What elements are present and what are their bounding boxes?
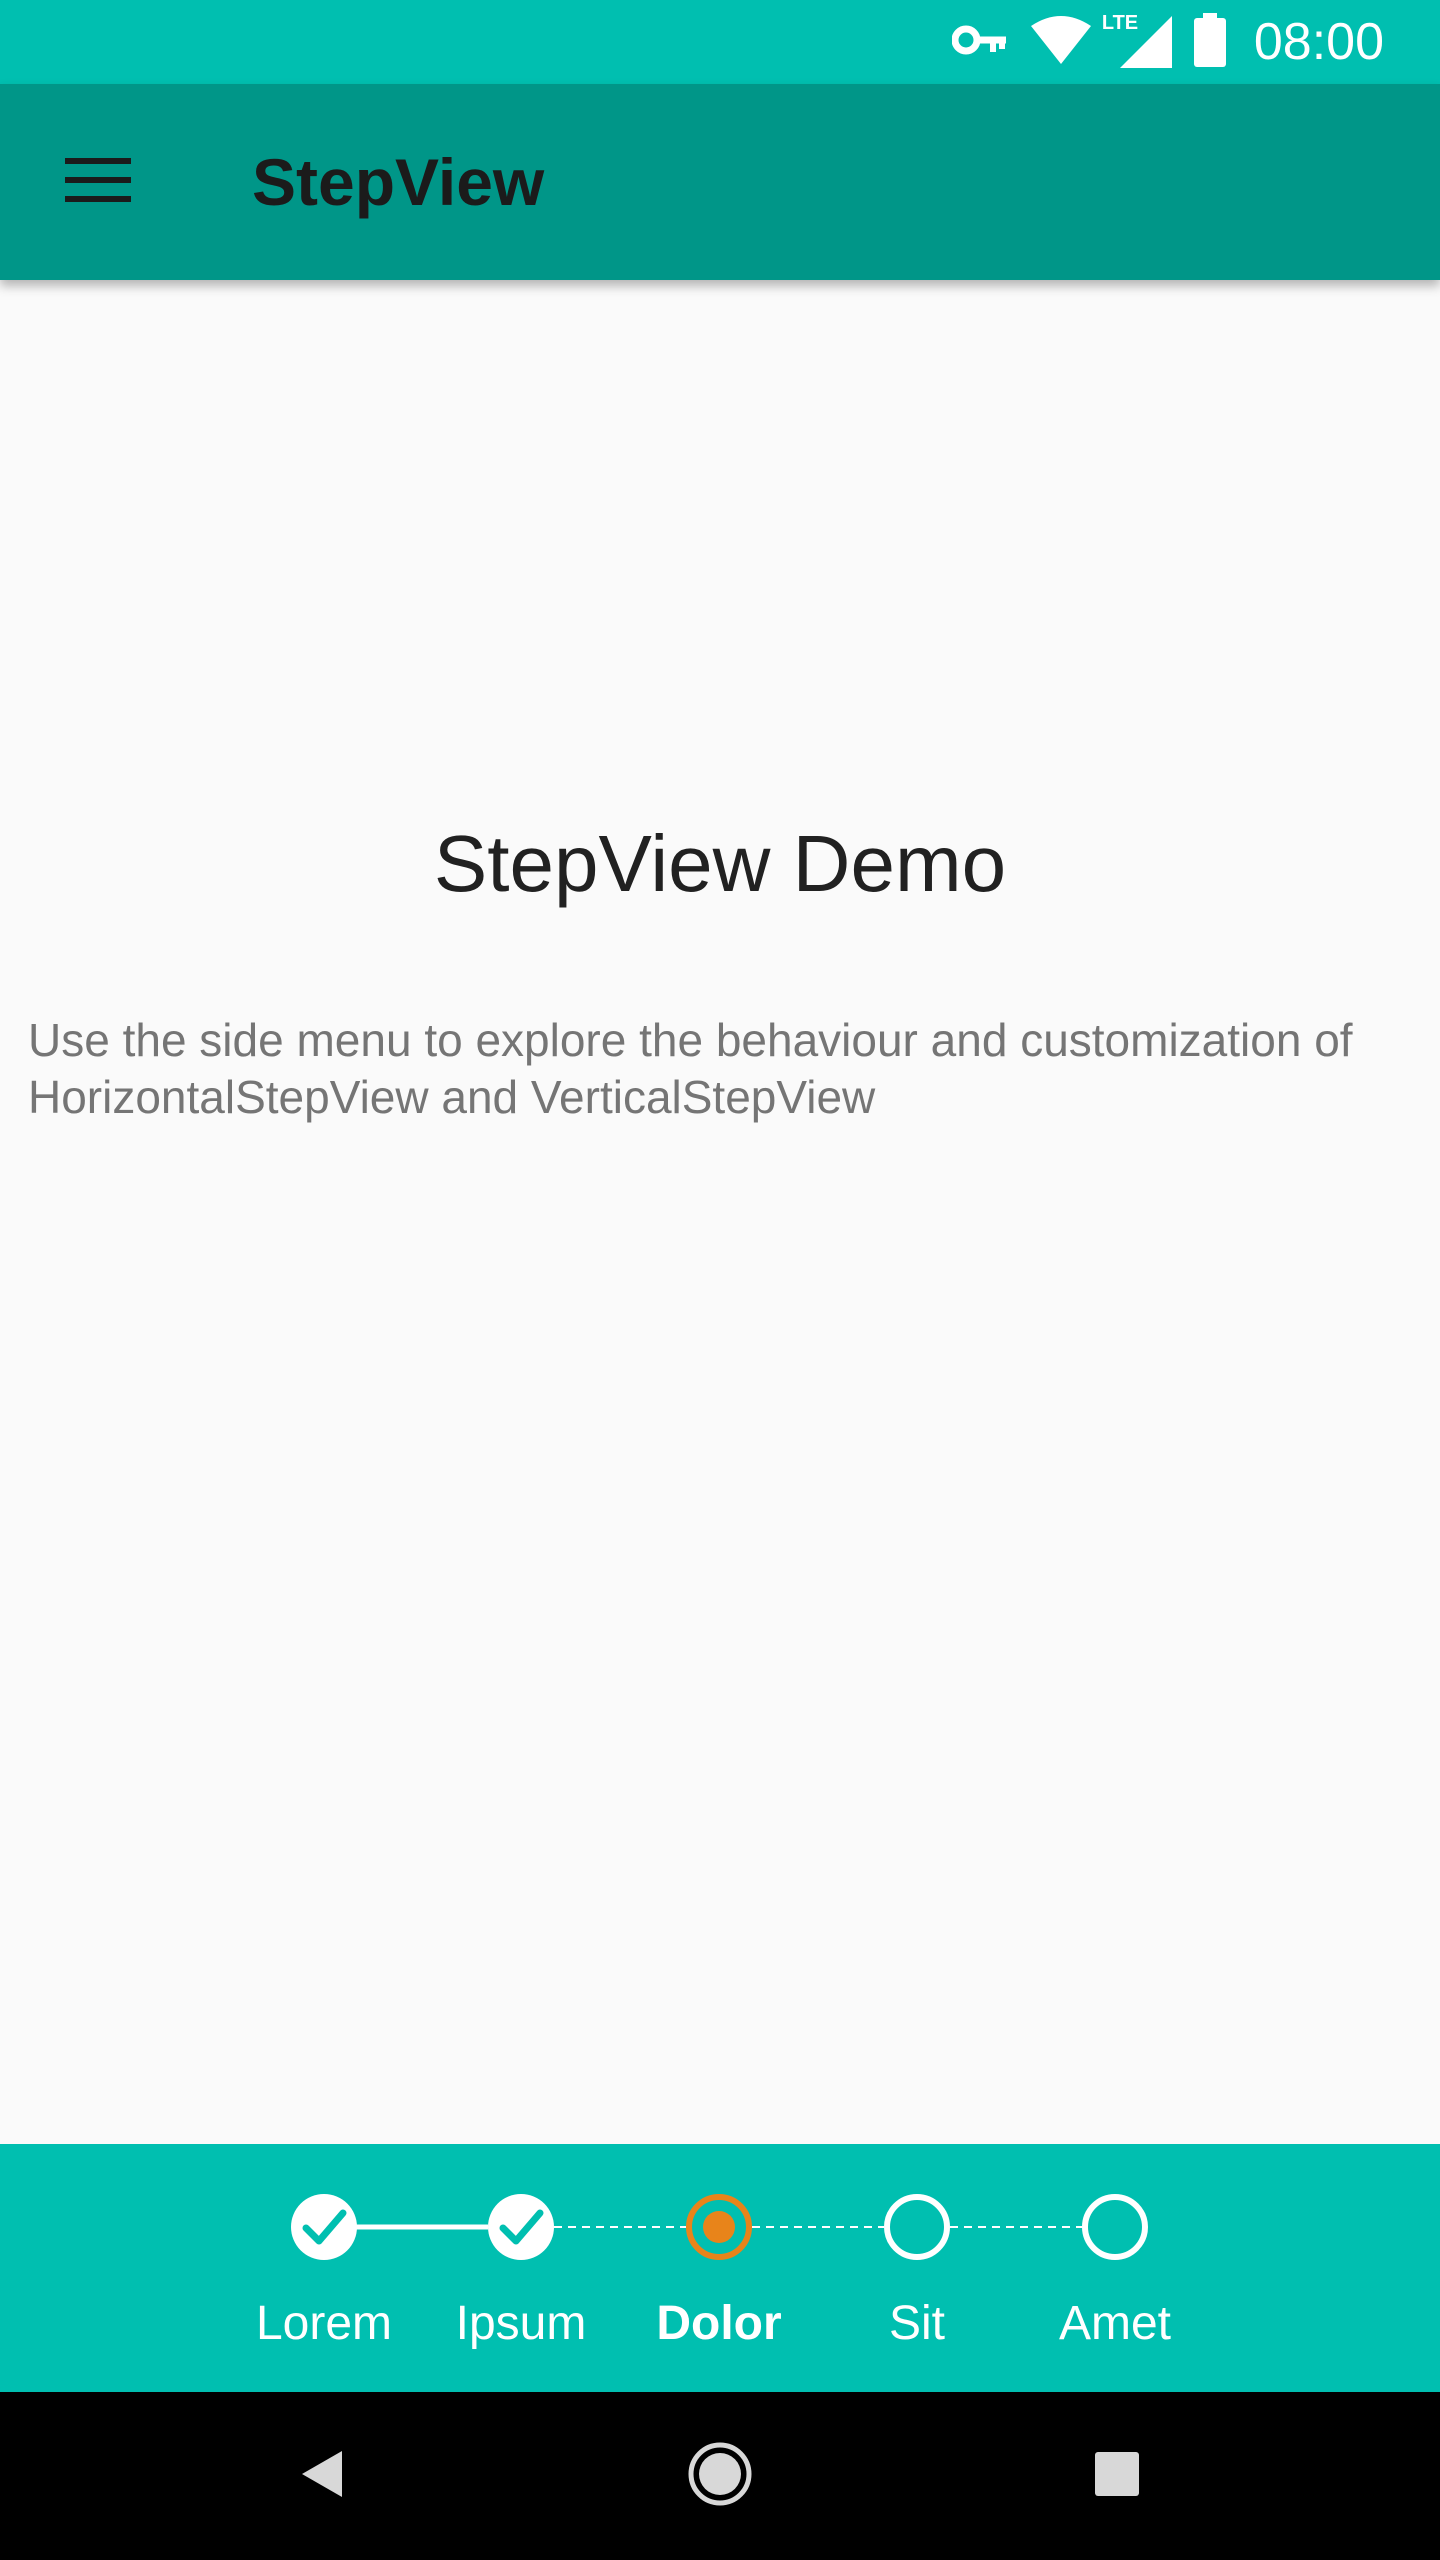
page-title: StepView Demo [433, 819, 1007, 908]
step-amet-indicator [1082, 2194, 1148, 2260]
step-sit-indicator [884, 2194, 950, 2260]
hamburger-menu-icon [65, 156, 131, 209]
step-label-dolor: Dolor [656, 2297, 782, 2350]
system-navigation-bar [0, 2392, 1440, 2560]
step-ipsum-indicator [488, 2194, 554, 2260]
lte-signal-icon: LTE [1102, 12, 1172, 70]
recents-button[interactable] [1067, 2426, 1167, 2526]
status-bar: LTE 08:00 [0, 0, 1440, 84]
step-label-sit: Sit [888, 2297, 945, 2350]
step-label-lorem: Lorem [255, 2297, 393, 2350]
horizontal-step-view: Lorem Ipsum Dolor Sit Amet [0, 2144, 1440, 2392]
main-content: StepView Demo Use the side menu to explo… [0, 280, 1440, 2144]
home-icon [687, 2441, 753, 2512]
network-type-label: LTE [1101, 12, 1139, 34]
recents-icon [1095, 2451, 1139, 2501]
page-description: Use the side menu to explore the behavio… [28, 1014, 1353, 1123]
app-title: StepView [252, 145, 545, 219]
navigation-drawer-button[interactable] [50, 138, 146, 226]
vpn-key-icon [951, 20, 1008, 65]
step-indicators [291, 2194, 1148, 2260]
status-icons: LTE 08:00 [951, 0, 1384, 84]
home-button[interactable] [670, 2426, 770, 2526]
step-lorem-indicator [291, 2194, 357, 2260]
back-icon [300, 2449, 344, 2504]
step-label-amet: Amet [1058, 2297, 1172, 2350]
step-dolor-indicator [686, 2194, 752, 2260]
status-time: 08:00 [1253, 13, 1384, 71]
battery-icon [1193, 12, 1226, 72]
back-button[interactable] [272, 2426, 372, 2526]
step-label-ipsum: Ipsum [455, 2297, 587, 2350]
wifi-icon [1030, 15, 1092, 69]
app-bar: StepView [0, 84, 1440, 280]
